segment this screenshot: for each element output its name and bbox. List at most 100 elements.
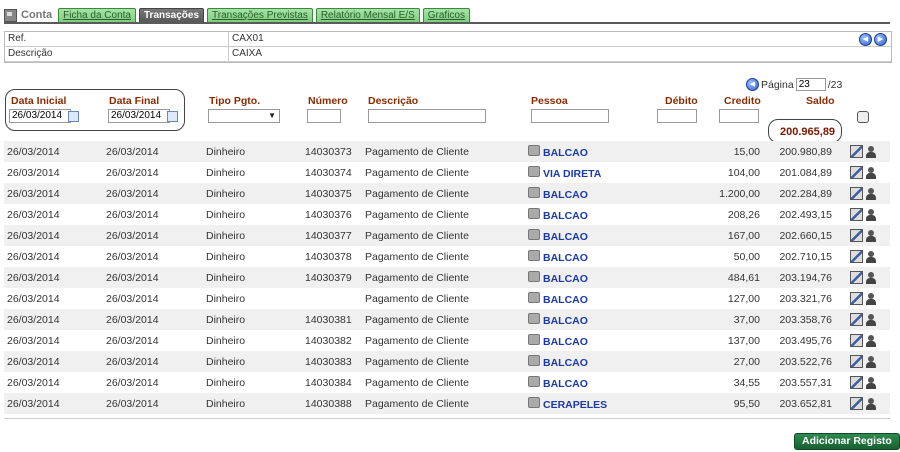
edit-icon[interactable] xyxy=(850,208,863,221)
edit-icon[interactable] xyxy=(850,292,863,305)
calendar-icon[interactable] xyxy=(167,111,178,122)
cell-numero: 14030374 xyxy=(305,166,352,179)
tipo-pgto-select[interactable]: ▼ xyxy=(208,109,280,123)
header-saldo: Saldo xyxy=(806,95,835,107)
conta-title: Conta xyxy=(4,7,52,23)
prev-circle-icon[interactable]: ◀ xyxy=(859,33,872,46)
cell-saldo: 203.522,76 xyxy=(779,355,832,368)
descricao-input[interactable] xyxy=(368,109,486,123)
cell-data-final: 26/03/2014 xyxy=(106,397,159,410)
cell-pessoa-link[interactable]: BALCAO xyxy=(528,270,588,285)
next-circle-icon[interactable]: ▶ xyxy=(874,33,887,46)
cell-pessoa-link[interactable]: CERAPELES xyxy=(528,396,607,411)
cell-data-final: 26/03/2014 xyxy=(106,271,159,284)
descricao-value: CAIXA xyxy=(232,48,263,59)
person-icon[interactable] xyxy=(866,335,876,347)
cell-credito: 104,00 xyxy=(727,166,760,179)
cell-pessoa-link[interactable]: BALCAO xyxy=(528,144,588,159)
page-input[interactable] xyxy=(795,78,826,91)
person-icon[interactable] xyxy=(866,293,876,305)
ref-row: Ref. CAX01 xyxy=(5,32,891,47)
cell-pessoa-link[interactable]: BALCAO xyxy=(528,333,588,348)
table-row: 26/03/2014 26/03/2014 Dinheiro 14030378 Paga… xyxy=(4,246,890,267)
cell-pessoa: BALCAO xyxy=(543,294,588,306)
table-row: 26/03/2014 26/03/2014 Dinheiro 14030374 Paga… xyxy=(4,162,890,183)
ref-label: Ref. xyxy=(5,32,229,46)
cell-descricao: Pagamento de Cliente xyxy=(365,292,469,305)
select-all-checkbox[interactable] xyxy=(857,111,869,123)
person-icon[interactable] xyxy=(866,398,876,410)
tab-ficha-da-conta[interactable]: Ficha da Conta xyxy=(58,8,136,23)
person-icon[interactable] xyxy=(866,377,876,389)
cell-pessoa: BALCAO xyxy=(543,210,588,222)
table-row: 26/03/2014 26/03/2014 Dinheiro 14030373 Paga… xyxy=(4,141,890,162)
cell-credito: 208,26 xyxy=(727,208,760,221)
tab-relatorio-mensal[interactable]: Relatório Mensal E/S xyxy=(315,8,420,23)
page-go-icon[interactable]: ◀ xyxy=(746,78,759,91)
adicionar-registo-button[interactable]: Adicionar Registo xyxy=(794,433,900,450)
edit-icon[interactable] xyxy=(850,334,863,347)
cell-pessoa-link[interactable]: BALCAO xyxy=(528,228,588,243)
cell-saldo: 202.710,15 xyxy=(779,250,832,263)
data-final-input[interactable] xyxy=(108,109,170,123)
cell-pessoa: BALCAO xyxy=(543,231,588,243)
pagination: ◀ Página /23 xyxy=(746,78,842,91)
edit-icon[interactable] xyxy=(850,271,863,284)
edit-icon[interactable] xyxy=(850,187,863,200)
cell-credito: 50,00 xyxy=(733,250,760,263)
numero-input[interactable] xyxy=(307,109,341,123)
edit-icon[interactable] xyxy=(850,229,863,242)
tab-graficos[interactable]: Graficos xyxy=(422,8,470,23)
table-row: 26/03/2014 26/03/2014 Dinheiro 14030375 Paga… xyxy=(4,183,890,204)
cell-saldo: 203.321,76 xyxy=(779,292,832,305)
edit-icon[interactable] xyxy=(850,313,863,326)
tab-transacoes-previstas[interactable]: Transações Previstas xyxy=(207,8,313,23)
person-icon[interactable] xyxy=(866,167,876,179)
page-total: /23 xyxy=(827,78,843,91)
edit-icon[interactable] xyxy=(850,397,863,410)
cell-data-inicial: 26/03/2014 xyxy=(7,166,60,179)
edit-icon[interactable] xyxy=(850,145,863,158)
cell-pessoa-link[interactable]: BALCAO xyxy=(528,375,588,390)
person-icon[interactable] xyxy=(866,230,876,242)
person-icon[interactable] xyxy=(866,314,876,326)
cell-credito: 484,61 xyxy=(727,271,760,284)
descricao-row: Descrição CAIXA xyxy=(5,47,891,62)
cell-descricao: Pagamento de Cliente xyxy=(365,166,469,179)
edit-icon[interactable] xyxy=(850,250,863,263)
cell-pessoa-link[interactable]: VIA DIRETA xyxy=(528,165,601,180)
cell-saldo: 203.557,31 xyxy=(779,376,832,389)
cell-pessoa-link[interactable]: BALCAO xyxy=(528,312,588,327)
cell-pessoa-link[interactable]: BALCAO xyxy=(528,354,588,369)
cell-data-final: 26/03/2014 xyxy=(106,166,159,179)
cell-pessoa-link[interactable]: BALCAO xyxy=(528,186,588,201)
header-pessoa: Pessoa xyxy=(531,95,568,107)
cell-data-final: 26/03/2014 xyxy=(106,355,159,368)
cell-saldo: 203.495,76 xyxy=(779,334,832,347)
person-icon[interactable] xyxy=(866,146,876,158)
cell-data-inicial: 26/03/2014 xyxy=(7,334,60,347)
person-icon[interactable] xyxy=(866,356,876,368)
data-inicial-input[interactable] xyxy=(9,109,71,123)
cell-data-final: 26/03/2014 xyxy=(106,313,159,326)
person-icon[interactable] xyxy=(866,272,876,284)
edit-icon[interactable] xyxy=(850,376,863,389)
debito-input[interactable] xyxy=(657,109,697,123)
pessoa-input[interactable] xyxy=(531,109,609,123)
person-icon[interactable] xyxy=(866,188,876,200)
tab-transacoes[interactable]: Transações xyxy=(139,8,205,23)
person-icon[interactable] xyxy=(866,209,876,221)
cell-tipo-pgto: Dinheiro xyxy=(206,397,246,410)
cell-pessoa-link[interactable]: BALCAO xyxy=(528,249,588,264)
edit-icon[interactable] xyxy=(850,355,863,368)
cell-pessoa-link[interactable]: BALCAO xyxy=(528,207,588,222)
calendar-icon[interactable] xyxy=(68,111,79,122)
person-icon[interactable] xyxy=(866,251,876,263)
edit-icon[interactable] xyxy=(850,166,863,179)
cell-pessoa-link[interactable]: BALCAO xyxy=(528,291,588,306)
folder-icon xyxy=(528,396,540,408)
cell-data-inicial: 26/03/2014 xyxy=(7,313,60,326)
credito-input[interactable] xyxy=(719,109,759,123)
table-row: 26/03/2014 26/03/2014 Dinheiro 14030379 Paga… xyxy=(4,267,890,288)
header-credito: Credito xyxy=(724,95,761,107)
